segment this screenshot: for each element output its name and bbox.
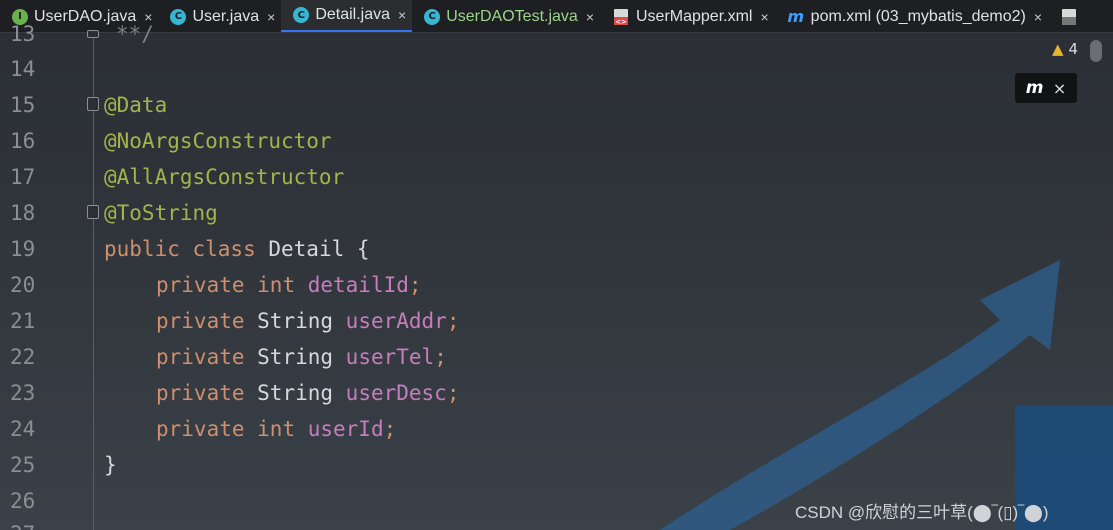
line-number: 24: [10, 417, 36, 441]
keyword: int: [257, 273, 308, 297]
background-arrow-graphic: [660, 260, 1113, 530]
close-icon[interactable]: ×: [1034, 9, 1042, 25]
code-line[interactable]: }: [104, 453, 117, 477]
code-line[interactable]: @Data: [104, 93, 167, 117]
tab-label: Detail.java: [315, 6, 391, 23]
tab-userdaotest[interactable]: C UserDAOTest.java ×: [412, 0, 600, 32]
line-number: 26: [10, 489, 36, 513]
tab-label: UserMapper.xml: [636, 7, 753, 25]
close-icon[interactable]: ×: [267, 9, 275, 25]
xml-icon: <>: [612, 8, 630, 26]
class-icon: C: [293, 7, 310, 23]
keyword: private: [156, 345, 258, 369]
code-line[interactable]: private String userTel;: [156, 345, 447, 369]
code-line[interactable]: @NoArgsConstructor: [104, 129, 332, 153]
tab-detail[interactable]: C Detail.java ×: [281, 0, 413, 32]
code-line[interactable]: private String userAddr;: [156, 309, 459, 333]
semicolon: ;: [408, 273, 422, 297]
fold-marker-icon[interactable]: [87, 30, 99, 38]
line-number: 13: [10, 22, 36, 46]
xml-icon: [1060, 8, 1078, 25]
semicolon: ;: [446, 381, 460, 405]
semicolon: ;: [446, 309, 460, 333]
code-line[interactable]: private String userDesc;: [156, 381, 459, 405]
code-line[interactable]: private int detailId;: [156, 273, 422, 297]
line-number: 18: [10, 201, 36, 225]
field-name: userDesc: [345, 381, 447, 405]
code-line[interactable]: public class Detail {: [104, 237, 370, 261]
tab-pom[interactable]: m pom.xml (03_mybatis_demo2) ×: [775, 0, 1048, 32]
line-number: 23: [10, 381, 36, 405]
tab-label: UserDAOTest.java: [446, 7, 578, 25]
line-number: 14: [10, 57, 36, 81]
line-number: 19: [10, 237, 36, 261]
keyword: private: [156, 417, 258, 441]
warnings-indicator[interactable]: ▲ 4: [1052, 40, 1078, 58]
watermark: CSDN @欣慰的三叶草(⬤‾(▯)‾⬤): [795, 503, 1049, 522]
maven-reload-popup: m ×: [1015, 73, 1077, 103]
code-line[interactable]: @AllArgsConstructor: [104, 165, 344, 189]
field-name: userId: [307, 417, 384, 441]
maven-reload-icon[interactable]: m: [1026, 78, 1044, 98]
maven-icon: m: [787, 7, 804, 26]
warning-icon: ▲: [1052, 40, 1064, 58]
tab-label: User.java: [192, 7, 260, 25]
keyword: int: [257, 417, 308, 441]
tab-user[interactable]: C User.java ×: [158, 0, 281, 32]
line-number: 25: [10, 453, 36, 477]
line-number: 27: [10, 522, 35, 530]
line-number: 22: [10, 345, 36, 369]
field-name: userTel: [345, 345, 435, 369]
type-name: String: [257, 309, 346, 333]
keyword: private: [156, 309, 258, 333]
keyword: private: [156, 381, 258, 405]
code-line[interactable]: @ToString: [104, 201, 218, 225]
tab-usermapper[interactable]: <> UserMapper.xml ×: [600, 0, 775, 32]
line-number: 21: [10, 309, 36, 333]
line-number: 16: [10, 129, 36, 153]
close-icon[interactable]: ×: [760, 9, 768, 25]
type-name: String: [257, 381, 346, 405]
class-name: Detail {: [268, 237, 370, 261]
tab-overflow[interactable]: [1048, 0, 1090, 32]
fold-marker-icon[interactable]: [87, 97, 99, 111]
scrollbar-thumb[interactable]: [1090, 40, 1102, 62]
svg-text:<>: <>: [615, 18, 627, 26]
tab-label: pom.xml (03_mybatis_demo2): [810, 7, 1026, 25]
close-icon[interactable]: ×: [398, 7, 406, 23]
semicolon: ;: [434, 345, 447, 369]
type-name: String: [257, 345, 346, 369]
fold-marker-icon[interactable]: [87, 205, 99, 219]
close-icon[interactable]: ×: [586, 9, 594, 25]
keyword: public class: [104, 237, 269, 261]
code-line[interactable]: private int userId;: [156, 417, 396, 441]
code-line[interactable]: **/: [116, 22, 154, 46]
class-icon: C: [170, 8, 187, 25]
test-class-icon: C: [424, 8, 441, 25]
keyword: private: [156, 273, 258, 297]
warning-count: 4: [1068, 40, 1079, 58]
editor-tab-bar: I UserDAO.java × C User.java × C Detail.…: [0, 0, 1113, 33]
line-number: 15: [10, 93, 36, 117]
field-name: userAddr: [345, 309, 447, 333]
semicolon: ;: [383, 417, 397, 441]
close-icon[interactable]: ×: [1053, 79, 1066, 98]
field-name: detailId: [307, 273, 409, 297]
line-number: 17: [10, 165, 36, 189]
line-number: 20: [10, 273, 36, 297]
